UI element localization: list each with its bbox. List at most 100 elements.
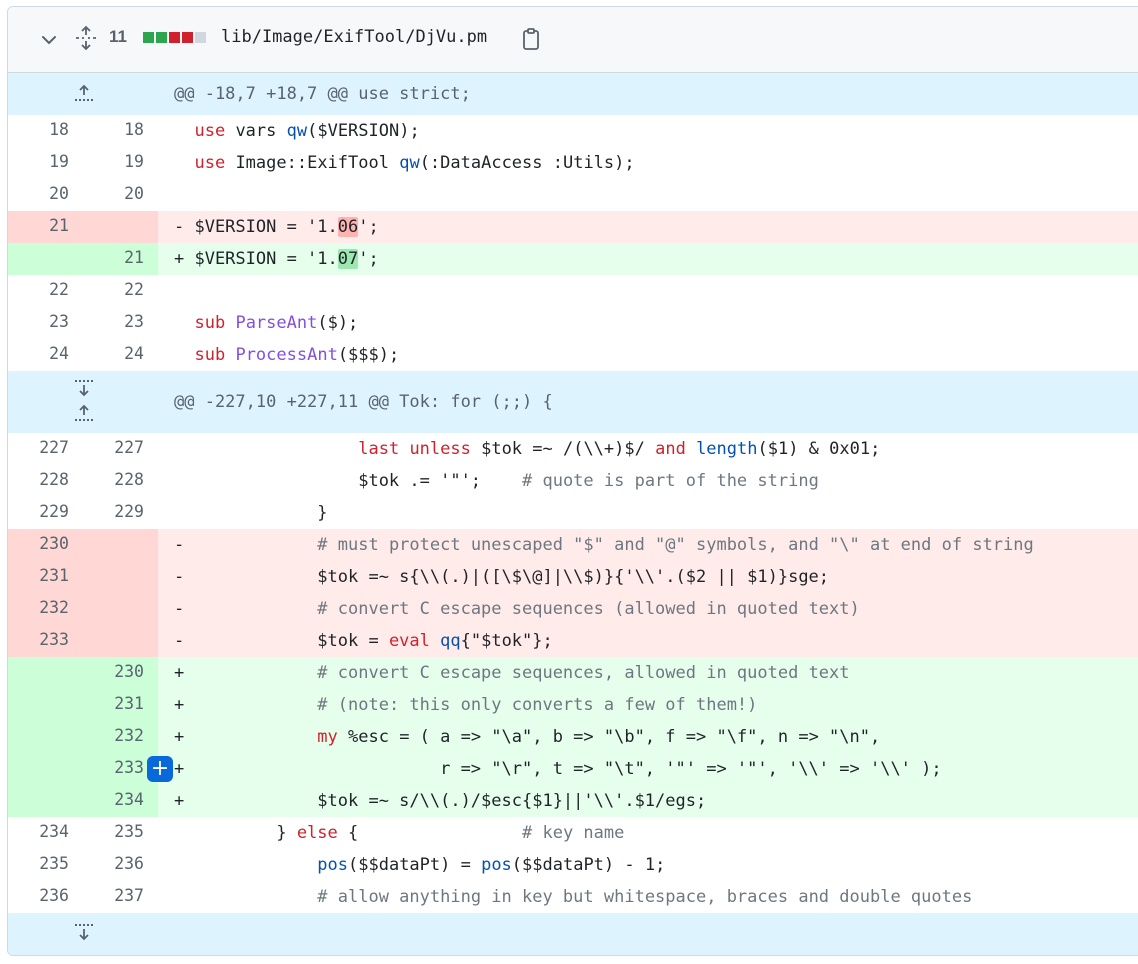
new-line-number[interactable]: 234 — [83, 785, 158, 817]
deleted-line: 21 - $VERSION = '1.06'; — [8, 211, 1138, 243]
code-line: # allow anything in key but whitespace, … — [158, 881, 1138, 913]
new-line-number[interactable]: 230 — [83, 657, 158, 689]
code-line: + $VERSION = '1.07'; — [158, 243, 1138, 275]
old-line-number[interactable]: 20 — [8, 179, 83, 211]
added-line: 232 + my %esc = ( a => "\a", b => "\b", f… — [8, 721, 1138, 753]
new-line-number[interactable]: 231 — [83, 689, 158, 721]
new-line-number[interactable]: 232 — [83, 721, 158, 753]
file-header: 11 lib/Image/ExifTool/DjVu.pm — [8, 7, 1138, 73]
new-line-number[interactable] — [83, 211, 158, 243]
old-line-number[interactable]: 227 — [8, 433, 83, 465]
code-line: - $tok = eval qq{"$tok"}; — [158, 625, 1138, 657]
new-line-number[interactable] — [83, 529, 158, 561]
diff-file: 11 lib/Image/ExifTool/DjVu.pm @@ -18,7 +… — [7, 6, 1138, 956]
old-line-number[interactable]: 228 — [8, 465, 83, 497]
context-line: 229 229 } — [8, 497, 1138, 529]
change-count: 11 — [109, 27, 127, 46]
new-line-number[interactable] — [83, 625, 158, 657]
old-line-number[interactable]: 233 — [8, 625, 83, 657]
code-line: + # (note: this only converts a few of t… — [158, 689, 1138, 721]
code-line: pos($$dataPt) = pos($$dataPt) - 1; — [158, 849, 1138, 881]
new-line-number[interactable]: 19 — [83, 147, 158, 179]
new-line-number[interactable]: 229 — [83, 497, 158, 529]
old-line-number[interactable] — [8, 657, 83, 689]
deleted-line: 230 - # must protect unescaped "$" and "@… — [8, 529, 1138, 561]
copy-icon[interactable] — [520, 27, 542, 51]
old-line-number[interactable] — [8, 243, 83, 275]
old-line-number[interactable]: 230 — [8, 529, 83, 561]
file-path[interactable]: lib/Image/ExifTool/DjVu.pm — [221, 27, 487, 47]
new-line-number[interactable]: 20 — [83, 179, 158, 211]
old-line-number[interactable]: 24 — [8, 339, 83, 371]
deleted-line: 233 - $tok = eval qq{"$tok"}; — [8, 625, 1138, 657]
code-line: } — [158, 497, 1138, 529]
new-line-number[interactable]: 237 — [83, 881, 158, 913]
expand-down-icon[interactable] — [72, 921, 96, 943]
code-line: + r => "\r", t => "\t", '"' => '"', '\\'… — [158, 753, 1138, 785]
old-line-number[interactable]: 231 — [8, 561, 83, 593]
old-line-number[interactable]: 235 — [8, 849, 83, 881]
hunk-header — [8, 913, 1138, 955]
diffstat-bars — [143, 32, 208, 45]
old-line-number[interactable]: 22 — [8, 275, 83, 307]
expand-gutter — [8, 73, 158, 115]
hunk-header-text — [158, 913, 1138, 955]
old-line-number[interactable] — [8, 689, 83, 721]
old-line-number[interactable]: 18 — [8, 115, 83, 147]
diffstat-block — [169, 32, 180, 43]
code-line: - $VERSION = '1.06'; — [158, 211, 1138, 243]
context-line: 19 19 use Image::ExifTool qw(:DataAccess … — [8, 147, 1138, 179]
old-line-number[interactable]: 229 — [8, 497, 83, 529]
expand-gutter — [8, 371, 158, 433]
code-line: + my %esc = ( a => "\a", b => "\b", f =>… — [158, 721, 1138, 753]
code-line: $tok .= '"'; # quote is part of the stri… — [158, 465, 1138, 497]
old-line-number[interactable]: 19 — [8, 147, 83, 179]
new-line-number[interactable]: 24 — [83, 339, 158, 371]
code-line — [158, 179, 1138, 211]
context-line: 23 23 sub ParseAnt($); — [8, 307, 1138, 339]
chevron-down-icon[interactable] — [38, 29, 60, 51]
add-comment-button[interactable]: + — [147, 756, 173, 782]
old-line-number[interactable]: 234 — [8, 817, 83, 849]
hunk-header: @@ -18,7 +18,7 @@ use strict; — [8, 73, 1138, 115]
new-line-number[interactable]: 235 — [83, 817, 158, 849]
new-line-number[interactable]: 23 — [83, 307, 158, 339]
deleted-line: 232 - # convert C escape sequences (allow… — [8, 593, 1138, 625]
context-line: 22 22 — [8, 275, 1138, 307]
old-line-number[interactable] — [8, 785, 83, 817]
hunk-header: @@ -227,10 +227,11 @@ Tok: for (;;) { — [8, 371, 1138, 433]
code-line — [158, 275, 1138, 307]
new-line-number[interactable]: 236 — [83, 849, 158, 881]
new-line-number[interactable]: 228 — [83, 465, 158, 497]
added-line: 234 + $tok =~ s/\\(.)/$esc{$1}||'\\'.$1/e… — [8, 785, 1138, 817]
unfold-icon[interactable] — [74, 25, 98, 51]
deleted-line: 231 - $tok =~ s{\\(.)|([\$\@]|\\$)}{'\\'.… — [8, 561, 1138, 593]
code-line: + # convert C escape sequences, allowed … — [158, 657, 1138, 689]
code-line: - # must protect unescaped "$" and "@" s… — [158, 529, 1138, 561]
new-line-number[interactable]: 227 — [83, 433, 158, 465]
new-line-number[interactable] — [83, 593, 158, 625]
old-line-number[interactable] — [8, 721, 83, 753]
code-line: - $tok =~ s{\\(.)|([\$\@]|\\$)}{'\\'.($2… — [158, 561, 1138, 593]
diff-body: @@ -18,7 +18,7 @@ use strict; 18 18 use va… — [8, 73, 1138, 955]
code-line: - # convert C escape sequences (allowed … — [158, 593, 1138, 625]
old-line-number[interactable]: 232 — [8, 593, 83, 625]
diffstat-block — [195, 32, 206, 43]
hunk-header-text: @@ -227,10 +227,11 @@ Tok: for (;;) { — [158, 371, 1138, 433]
context-line: 20 20 — [8, 179, 1138, 211]
new-line-number[interactable]: 21 — [83, 243, 158, 275]
old-line-number[interactable]: 23 — [8, 307, 83, 339]
old-line-number[interactable]: 236 — [8, 881, 83, 913]
old-line-number[interactable] — [8, 753, 83, 785]
added-line: 230 + # convert C escape sequences, allow… — [8, 657, 1138, 689]
code-line: last unless $tok =~ /(\\+)$/ and length(… — [158, 433, 1138, 465]
new-line-number[interactable]: 22 — [83, 275, 158, 307]
expand-up-icon[interactable] — [72, 403, 96, 425]
code-line: sub ProcessAnt($$$); — [158, 339, 1138, 371]
new-line-number[interactable] — [83, 561, 158, 593]
expand-down-icon[interactable] — [72, 377, 96, 399]
expand-up-icon[interactable] — [72, 83, 96, 105]
old-line-number[interactable]: 21 — [8, 211, 83, 243]
new-line-number[interactable]: 18 — [83, 115, 158, 147]
expand-gutter — [8, 913, 158, 955]
